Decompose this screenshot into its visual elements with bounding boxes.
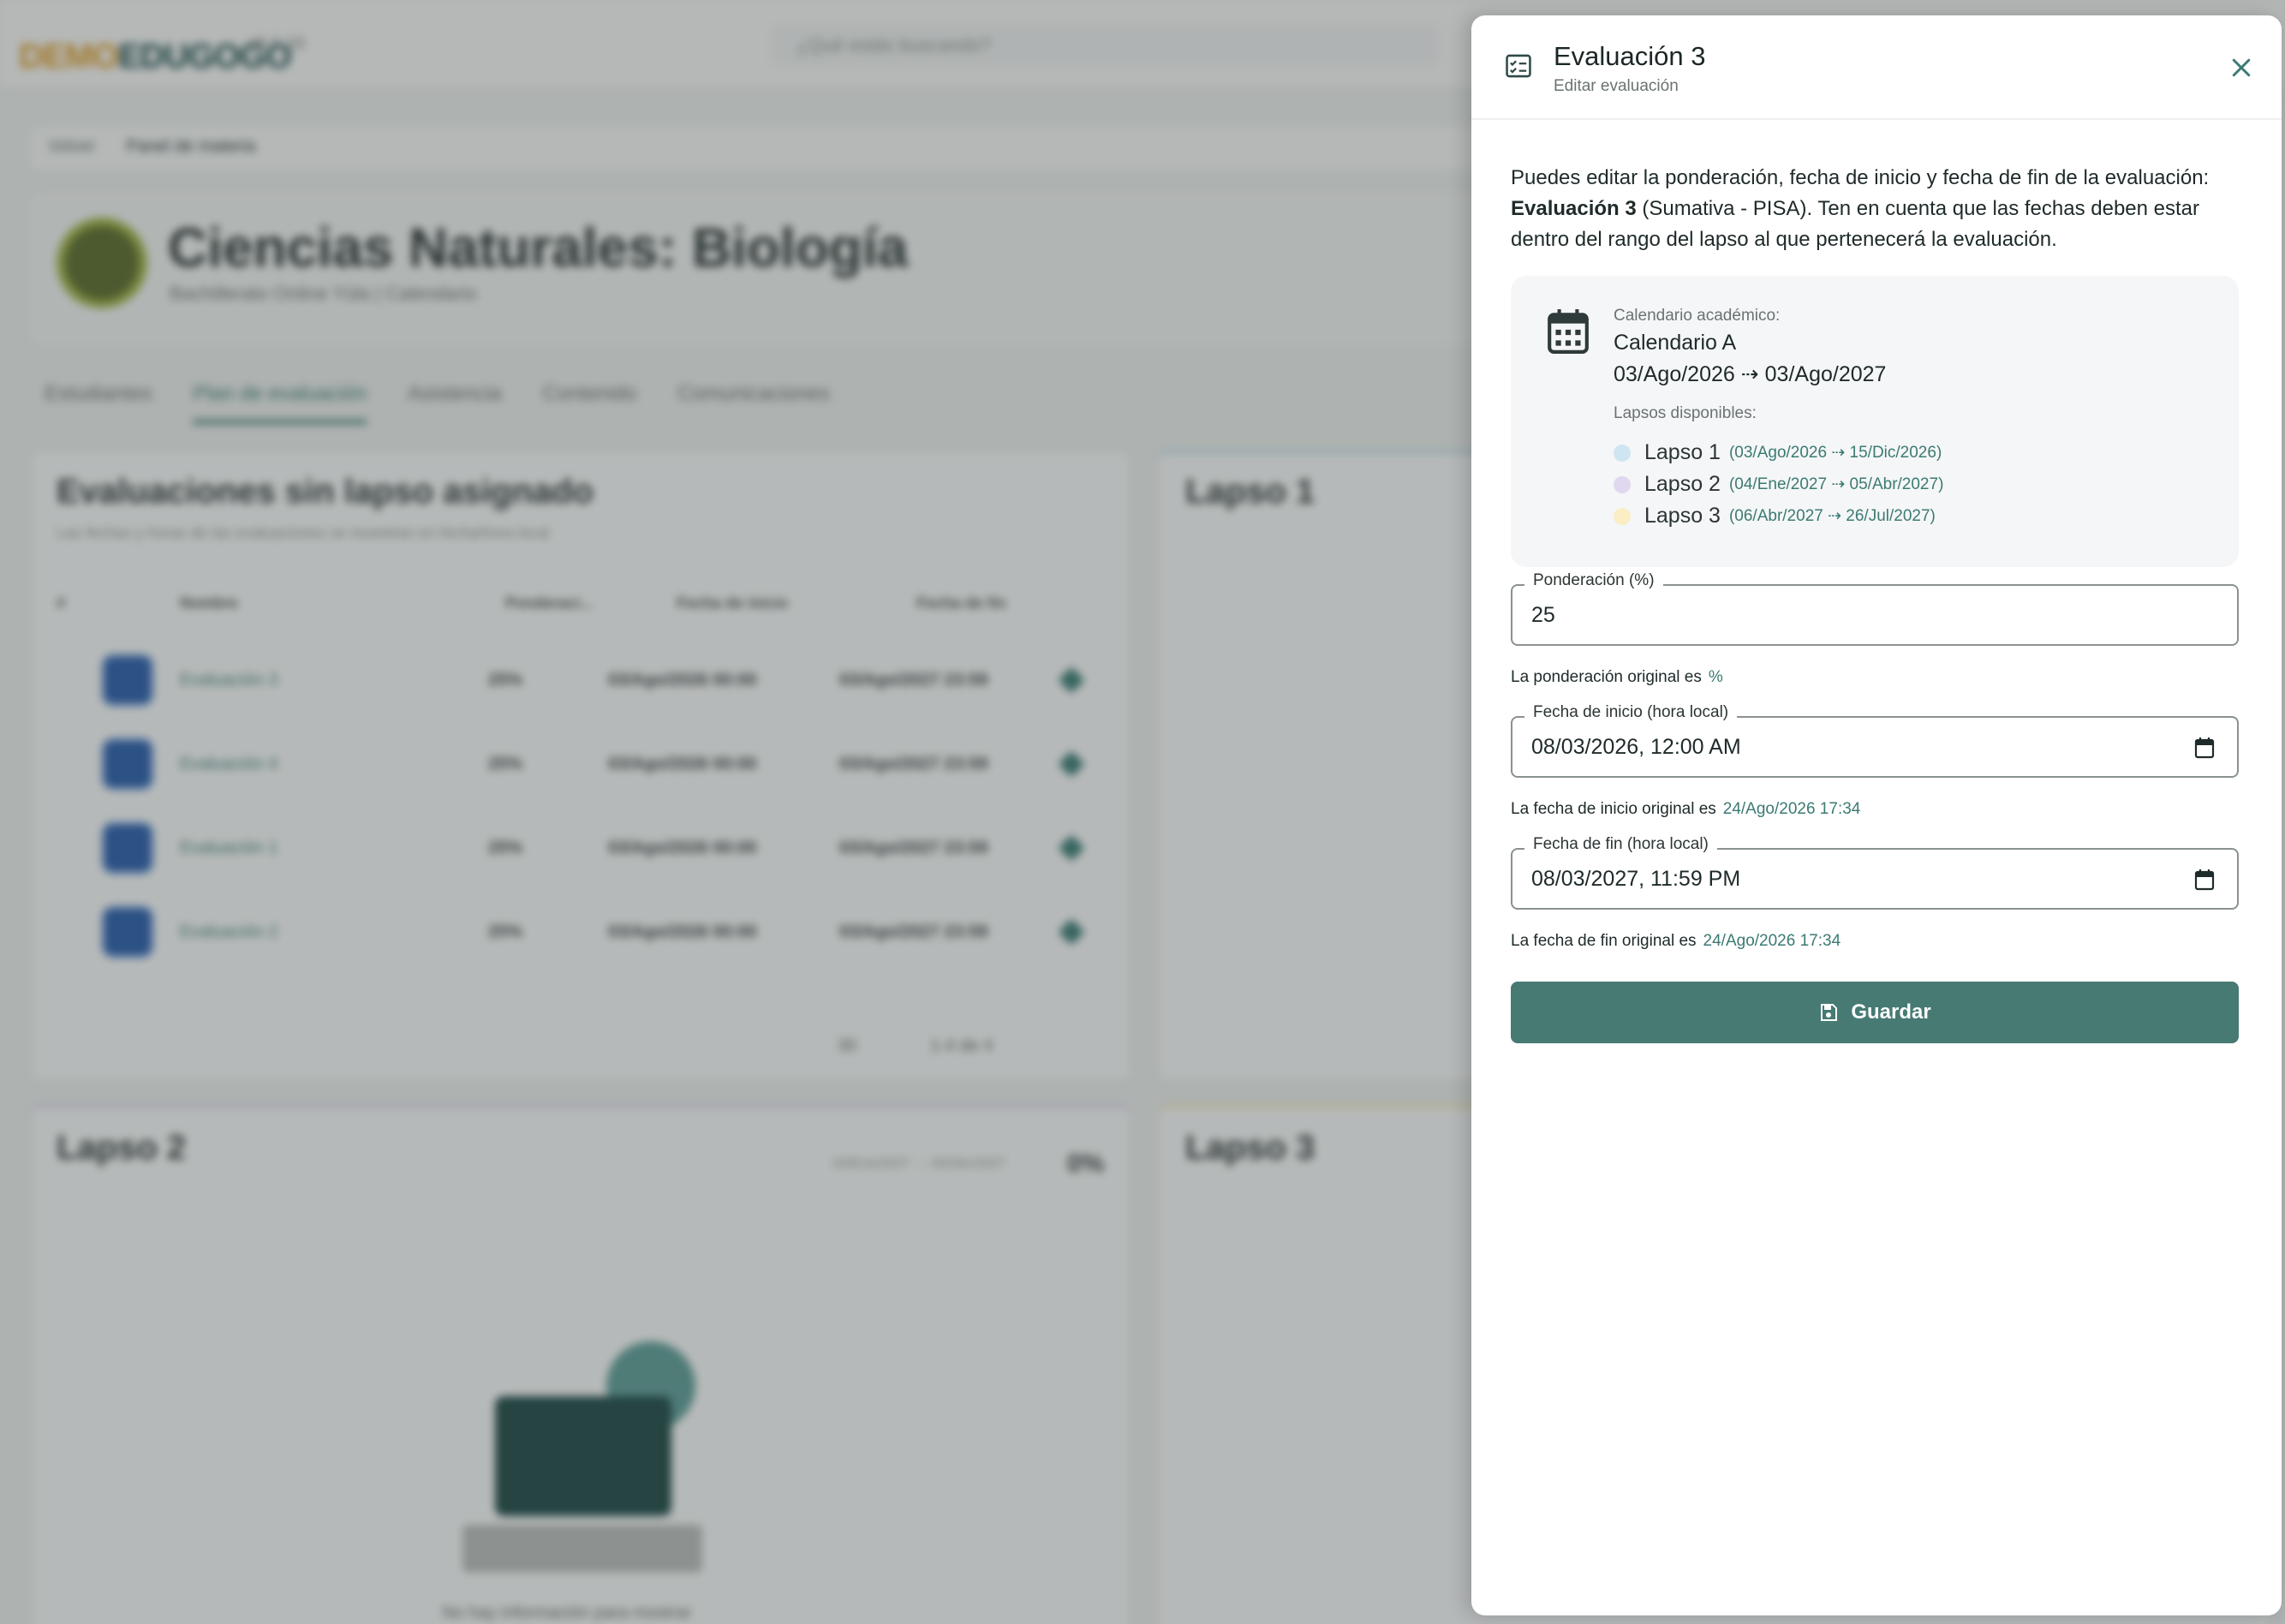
lapso-item: Lapso 3 (06/Abr/2027 ⇢ 26/Jul/2027) (1614, 504, 1936, 528)
end-date-helper: La fecha de fin original es 24/Ago/2026 1… (1511, 932, 1841, 951)
lapso-name: Lapso 3 (1644, 504, 1721, 528)
weight-helper-text: La ponderación original es (1511, 668, 1702, 686)
save-button-label: Guardar (1851, 1000, 1931, 1024)
lapso-name: Lapso 1 (1644, 440, 1721, 464)
lapso-item: Lapso 2 (04/Ene/2027 ⇢ 05/Abr/2027) (1614, 472, 1943, 497)
calendar-label: Calendario académico: (1614, 307, 1781, 325)
lapso-color-dot (1614, 475, 1631, 493)
lapso-name: Lapso 2 (1644, 472, 1721, 496)
drawer-intro-text: Puedes editar la ponderación, fecha de i… (1511, 163, 2247, 255)
start-date-input[interactable] (1531, 718, 2182, 776)
edit-evaluation-drawer: Evaluación 3 Editar evaluación Puedes ed… (1471, 15, 2282, 1615)
intro-pre: Puedes editar la ponderación, fecha de i… (1511, 166, 2210, 189)
lapso-color-dot (1614, 444, 1631, 462)
save-button[interactable]: Guardar (1511, 982, 2239, 1043)
end-date-input[interactable] (1531, 850, 2182, 908)
start-date-helper: La fecha de inicio original es 24/Ago/202… (1511, 800, 1860, 819)
save-icon (1821, 1004, 1838, 1021)
academic-calendar-box: Calendario académico: Calendario A 03/Ag… (1511, 276, 2239, 567)
drawer-subtitle: Editar evaluación (1554, 77, 1679, 95)
weight-helper: La ponderación original es% (1511, 668, 1723, 687)
checklist-icon (1506, 54, 1531, 78)
lapso-color-dot (1614, 507, 1631, 525)
end-date-field: Fecha de fin (hora local) (1511, 835, 2239, 910)
weight-field: Ponderación (%) (1511, 571, 2239, 646)
start-helper-text: La fecha de inicio original es (1511, 800, 1716, 818)
start-date-field: Fecha de inicio (hora local) (1511, 703, 2239, 778)
drawer-header: Evaluación 3 Editar evaluación (1471, 15, 2282, 120)
lapso-range: (03/Ago/2026 ⇢ 15/Dic/2026) (1728, 444, 1942, 462)
calendar-picker-icon[interactable] (2194, 737, 2215, 759)
close-icon[interactable] (2228, 55, 2254, 81)
lapso-range: (06/Abr/2027 ⇢ 26/Jul/2027) (1728, 507, 1936, 525)
lapso-range: (04/Ene/2027 ⇢ 05/Abr/2027) (1728, 475, 1944, 493)
start-helper-value: 24/Ago/2026 17:34 (1722, 800, 1861, 818)
end-helper-text: La fecha de fin original es (1511, 932, 1697, 950)
intro-evaluation-name: Evaluación 3 (1511, 197, 1637, 220)
calendar-picker-icon[interactable] (2194, 869, 2215, 891)
lapso-item: Lapso 1 (03/Ago/2026 ⇢ 15/Dic/2026) (1614, 440, 1942, 465)
weight-input[interactable] (1531, 586, 2182, 644)
calendar-range: 03/Ago/2026 ⇢ 03/Ago/2027 (1614, 362, 1887, 386)
calendar-icon (1548, 309, 1589, 354)
weight-helper-value: % (1708, 668, 1723, 686)
lapsos-label: Lapsos disponibles: (1614, 404, 1757, 422)
drawer-title: Evaluación 3 (1554, 41, 1706, 71)
end-helper-value: 24/Ago/2026 17:34 (1703, 932, 1841, 950)
calendar-name: Calendario A (1614, 331, 1737, 355)
